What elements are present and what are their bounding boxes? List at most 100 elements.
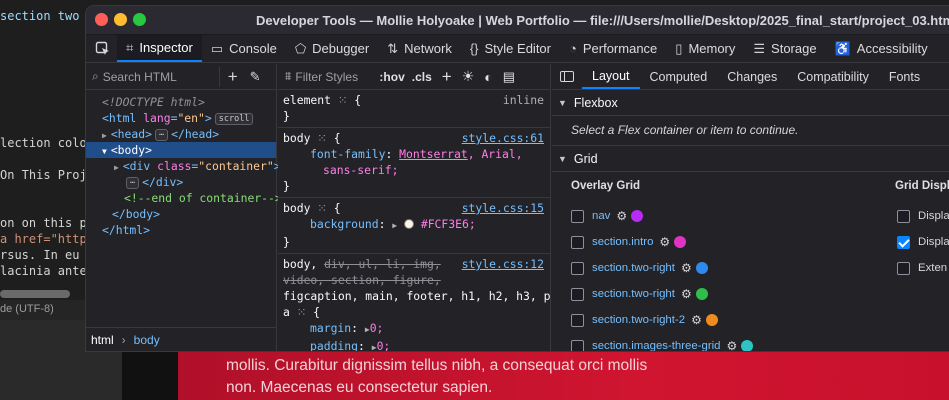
grid-color-swatch[interactable] — [631, 210, 644, 222]
tree-node-body[interactable]: ▼ <body> — [86, 142, 276, 158]
grid-overlay-item[interactable]: section.images-three-grid ⚙ — [571, 337, 754, 352]
tab-label: Memory — [688, 41, 736, 56]
performance-icon: ◔ — [569, 41, 577, 56]
grid-overlay-item[interactable]: nav ⚙ — [571, 207, 644, 225]
scroll-badge[interactable]: scroll — [214, 112, 254, 125]
tree-node-html-close[interactable]: </html> — [86, 222, 276, 238]
add-node-icon[interactable]: + — [218, 66, 238, 87]
checkbox[interactable] — [571, 261, 584, 275]
filter-styles-input[interactable]: Filter Styles — [295, 70, 375, 84]
grid-name: section.images-three-grid — [592, 340, 721, 352]
tab-compatibility[interactable]: Compatibility — [787, 64, 879, 89]
grid-color-swatch[interactable] — [741, 340, 754, 351]
checkbox[interactable] — [571, 235, 584, 249]
editor-line: lection colo — [0, 136, 87, 150]
tree-node-div-container[interactable]: ▶<div class="container"> — [86, 158, 281, 174]
tab-debugger[interactable]: ⬠ Debugger — [286, 35, 378, 62]
grid-section-header[interactable]: ▼ Grid — [552, 146, 949, 172]
grid-overlay-item[interactable]: section.two-right ⚙ — [571, 285, 708, 303]
tree-node-doctype[interactable]: <!DOCTYPE html> — [86, 94, 276, 110]
tree-node-head[interactable]: ▶ <head> ⋯ </head> — [86, 126, 276, 142]
stylesheet-link[interactable]: style.css:12 — [462, 256, 544, 272]
tab-memory[interactable]: ▯ Memory — [666, 35, 744, 62]
rule-body-font[interactable]: body ⁙ { style.css:61 font-family: Monts… — [278, 128, 550, 198]
layout-sidebar: Layout Computed Changes Compatibility Fo… — [552, 64, 949, 351]
gear-icon[interactable]: ⚙ — [691, 313, 702, 327]
grid-pattern-icon: ⁙ — [337, 93, 348, 107]
grid-color-swatch[interactable] — [705, 314, 718, 326]
declaration[interactable]: padding: ▶0; — [283, 338, 546, 351]
checkbox[interactable] — [571, 313, 584, 327]
grid-display-option[interactable]: Displa — [897, 207, 949, 225]
add-rule-icon[interactable]: + — [442, 67, 452, 87]
grid-display-option[interactable]: Exten — [897, 259, 947, 277]
tab-style-editor[interactable]: {} Style Editor — [461, 35, 560, 62]
tab-performance[interactable]: ◔ Performance — [560, 35, 666, 62]
stylesheet-link[interactable]: style.css:15 — [462, 200, 544, 216]
dark-mode-icon[interactable]: ◐ — [484, 69, 492, 85]
checkbox[interactable] — [571, 287, 584, 301]
rule-body-background[interactable]: body ⁙ { style.css:15 background: ▶ #FCF… — [278, 198, 550, 254]
gear-icon[interactable]: ⚙ — [681, 261, 692, 275]
tree-node-div-collapsed[interactable]: ⋯ </div> — [86, 174, 276, 190]
gear-icon[interactable]: ⚙ — [616, 209, 627, 223]
checkbox[interactable] — [571, 339, 584, 351]
tab-inspector[interactable]: ⌗ Inspector — [117, 35, 202, 62]
tree-node-html[interactable]: <html lang="en"> scroll — [86, 110, 276, 126]
eyedropper-icon[interactable]: ✎ — [250, 69, 261, 85]
element-picker-button[interactable] — [89, 35, 117, 62]
checkbox[interactable] — [897, 209, 910, 223]
tree-node-body-close[interactable]: </body> — [86, 206, 276, 222]
grid-overlay-item[interactable]: section.intro ⚙ — [571, 233, 687, 251]
tab-fonts[interactable]: Fonts — [879, 64, 930, 89]
declaration[interactable]: font-family: Montserrat, Arial, — [283, 146, 546, 162]
tab-label: Inspector — [139, 40, 193, 55]
checkbox[interactable] — [571, 209, 584, 223]
section-title: Flexbox — [573, 95, 618, 110]
flexbox-section-header[interactable]: ▼ Flexbox — [552, 90, 949, 116]
rule-reset[interactable]: style.css:12 body, div, ul, li, img, vid… — [278, 254, 557, 351]
declaration-continued: sans-serif; — [323, 163, 399, 177]
tab-computed[interactable]: Computed — [640, 64, 718, 89]
tab-storage[interactable]: ☰ Storage — [744, 35, 825, 62]
stylesheet-link[interactable]: style.css:61 — [462, 130, 544, 146]
tree-node-comment[interactable]: <!--end of container--> — [86, 190, 282, 206]
tab-accessibility[interactable]: ♿ Accessibility — [826, 35, 937, 62]
breadcrumb-item[interactable]: html — [91, 333, 114, 347]
grid-color-swatch[interactable] — [695, 262, 708, 274]
rules-toolbar: ⩩ Filter Styles :hov .cls + ☀ ◐ ▤ — [278, 64, 550, 90]
gear-icon[interactable]: ⚙ — [659, 235, 670, 249]
tab-console[interactable]: ▭ Console — [202, 35, 286, 62]
gear-icon[interactable]: ⚙ — [727, 339, 738, 351]
grid-name: section.intro — [592, 236, 654, 248]
editor-scrollbar[interactable] — [0, 290, 70, 298]
grid-color-swatch[interactable] — [674, 236, 687, 248]
grid-display-option[interactable]: Displa — [897, 233, 949, 251]
memory-icon: ▯ — [675, 40, 683, 56]
tab-changes[interactable]: Changes — [717, 64, 787, 89]
declaration[interactable]: margin: ▶0; — [283, 320, 546, 338]
print-simulation-icon[interactable]: ▤ — [503, 69, 515, 85]
declaration[interactable]: background: ▶ #FCF3E6; — [283, 216, 546, 234]
hover-state-toggle[interactable]: :hov — [379, 70, 404, 84]
devtools-toolbar: ⌗ Inspector ▭ Console ⬠ Debugger ⇅ Network {… — [86, 35, 949, 63]
collapse-arrow-icon: ▼ — [558, 153, 567, 164]
color-swatch[interactable] — [403, 219, 414, 229]
light-mode-icon[interactable]: ☀ — [462, 68, 475, 85]
tab-network[interactable]: ⇅ Network — [378, 35, 461, 62]
overlay-grid-heading: Overlay Grid — [571, 180, 641, 192]
flexbox-empty-note: Select a Flex container or item to conti… — [552, 116, 949, 146]
grid-overlay-item[interactable]: section.two-right-2 ⚙ — [571, 311, 718, 329]
toggle-sidebar-button[interactable] — [552, 64, 582, 89]
tab-layout[interactable]: Layout — [582, 64, 640, 89]
checkbox[interactable] — [897, 261, 910, 275]
grid-color-swatch[interactable] — [695, 288, 708, 300]
classes-toggle[interactable]: .cls — [412, 70, 432, 84]
checkbox-checked[interactable] — [897, 235, 910, 249]
gear-icon[interactable]: ⚙ — [681, 287, 692, 301]
search-html-input[interactable]: Search HTML — [103, 70, 215, 84]
editor-line: On This Proj — [0, 168, 87, 182]
rule-element-inline[interactable]: element ⁙ { inline } — [278, 90, 550, 128]
grid-overlay-item[interactable]: section.two-right ⚙ — [571, 259, 708, 277]
breadcrumb-item[interactable]: body — [134, 333, 160, 347]
